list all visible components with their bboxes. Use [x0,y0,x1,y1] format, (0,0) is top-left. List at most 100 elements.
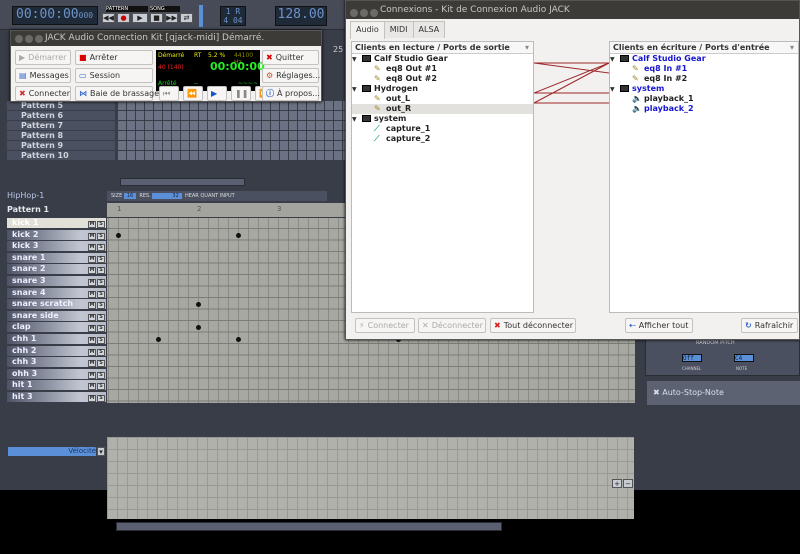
expand-arrow-icon[interactable]: ▼ [610,55,620,65]
note[interactable] [156,337,161,342]
expand-arrow-icon[interactable]: ▼ [610,85,620,95]
song-grid[interactable] [117,100,345,160]
mute-button[interactable]: M [88,325,96,333]
channel-field[interactable]: Off [682,354,702,362]
tab-audio[interactable]: Audio [350,21,385,39]
solo-button[interactable]: S [97,255,105,263]
port-item[interactable]: ✎ eq8 Out #2 [352,74,533,84]
mute-button[interactable]: M [88,267,96,275]
loop-button[interactable]: ⇄ [180,13,193,23]
velocity-grid[interactable] [107,437,634,519]
instrument-row[interactable]: chh 1 MS [7,334,106,344]
hear-toggle[interactable]: HEAR [185,193,199,199]
mute-button[interactable]: M [88,383,96,391]
connect-button[interactable]: ⚡ Connecter [355,318,415,333]
about-button[interactable]: ⓘ À propos... [262,86,320,101]
client-item[interactable]: ▼ system [610,84,798,94]
port-item[interactable]: ✎ eq8 Out #1 [352,64,533,74]
instrument-row[interactable]: chh 2 MS [7,345,106,356]
disconnect-button[interactable]: ✕ Déconnecter [418,318,486,333]
setup-button[interactable]: ⚙ Réglages... [262,68,320,83]
instrument-row[interactable]: snare 1 MS [7,252,106,263]
port-item[interactable]: 🔈 playback_2 [610,104,798,114]
instrument-row[interactable]: kick 2 MS [7,229,106,240]
disconnect-all-button[interactable]: ✖ Tout déconnecter [490,318,576,333]
client-item[interactable]: ▼ system [352,114,533,124]
instrument-row[interactable]: clap M S [7,322,106,333]
rewind-start-button[interactable]: ⏮ [159,86,179,101]
rewind-button[interactable]: ⏪ [183,86,203,101]
song-pattern-item[interactable]: Pattern 6 [7,111,115,120]
solo-button[interactable]: S [97,395,105,402]
pattern-scrollbar[interactable] [116,522,502,531]
mute-button[interactable]: M [88,371,96,379]
solo-button[interactable]: S [97,232,105,240]
connect-button[interactable]: ✖ Connecter [15,86,71,101]
song-mode-button[interactable]: SONG [150,6,180,12]
mute-button[interactable]: M [88,244,96,252]
song-pattern-item[interactable]: Pattern 5 [7,101,115,110]
stop-button[interactable]: ■ Arrêter [75,50,153,65]
quantize-toggle[interactable]: QUANT [200,193,218,199]
solo-button[interactable]: S [97,325,105,333]
zoom-out-button[interactable]: − [623,479,633,488]
mute-button[interactable]: M [88,290,96,298]
tab-midi[interactable]: MIDI [383,21,414,38]
mute-button[interactable]: M [88,255,96,263]
song-scrollbar[interactable] [120,178,245,186]
refresh-button[interactable]: ↻ Rafraîchir [741,318,798,333]
patchbay-button[interactable]: ⋈ Baie de brassage [75,86,159,101]
note[interactable] [236,232,241,238]
size-select[interactable]: 16 [123,193,137,199]
solo-button[interactable]: S [97,371,105,379]
client-item[interactable]: ▼ Calf Studio Gear [352,54,533,64]
quit-button[interactable]: ✖ Quitter [262,50,319,65]
mute-button[interactable]: M [88,279,96,286]
solo-button[interactable]: S [97,337,105,344]
pattern-mode-button[interactable]: PATTERN [106,6,148,12]
port-item[interactable]: ✎ out_R [352,104,533,114]
instrument-row[interactable]: chh 3 MS [7,357,106,368]
instrument-row[interactable]: hit 3 MS [7,392,106,402]
solo-button[interactable]: S [97,279,105,286]
song-pattern-item[interactable]: Pattern 10 [7,151,115,160]
note[interactable] [196,325,201,331]
instrument-row[interactable]: snare 3 MS [7,276,106,286]
port-item[interactable]: ⟋ capture_1 [352,124,533,134]
song-pattern-item[interactable]: Pattern 9 [7,141,115,150]
property-dropdown-arrow[interactable]: ▾ [97,447,105,456]
solo-button[interactable]: S [97,383,105,391]
solo-button[interactable]: S [97,290,105,298]
solo-button[interactable]: S [97,221,105,228]
instrument-row[interactable]: kick 3 MS [7,241,106,252]
song-pattern-item[interactable]: Pattern 8 [7,131,115,140]
port-item[interactable]: ⟋ capture_2 [352,134,533,144]
instrument-row[interactable]: snare scratch M S [7,299,106,310]
instrument-row[interactable]: kick 1 MS [7,218,106,228]
instrument-row[interactable]: hit 1 MS [7,380,106,391]
bpm-display[interactable]: 128.00 [275,6,327,26]
port-item[interactable]: ✎ eq8 In #1 [610,64,798,74]
record-button[interactable]: ● [117,13,130,23]
zoom-in-button[interactable]: + [612,479,622,488]
instrument-row[interactable]: ohh 3 MS [7,368,106,379]
solo-button[interactable]: S [97,348,105,356]
instrument-row[interactable]: snare 2 MS [7,264,106,275]
note-field[interactable]: C4 [734,354,754,362]
fast-forward-button[interactable]: ▶▶ [165,13,178,23]
writable-header[interactable]: Clients en écriture / Ports d'entrée ▾ [610,42,798,54]
expand-arrow-icon[interactable]: ▼ [352,55,362,65]
client-item[interactable]: ▼ Calf Studio Gear [610,54,798,64]
mute-button[interactable]: M [88,302,96,310]
mute-button[interactable]: M [88,337,96,344]
solo-button[interactable]: S [97,313,105,321]
stop-button[interactable]: ■ [150,13,163,23]
instrument-row[interactable]: snare side M S [7,310,106,321]
expand-arrow-icon[interactable]: ▼ [352,115,362,125]
solo-button[interactable]: S [97,360,105,368]
auto-stop-note-checkbox[interactable]: ✖ Auto-Stop-Note [647,381,800,405]
mute-button[interactable]: M [88,313,96,321]
property-select[interactable]: Vélocité [8,447,96,456]
messages-button[interactable]: ▤ Messages [15,68,71,83]
jack-transport-toggle[interactable] [199,5,203,27]
